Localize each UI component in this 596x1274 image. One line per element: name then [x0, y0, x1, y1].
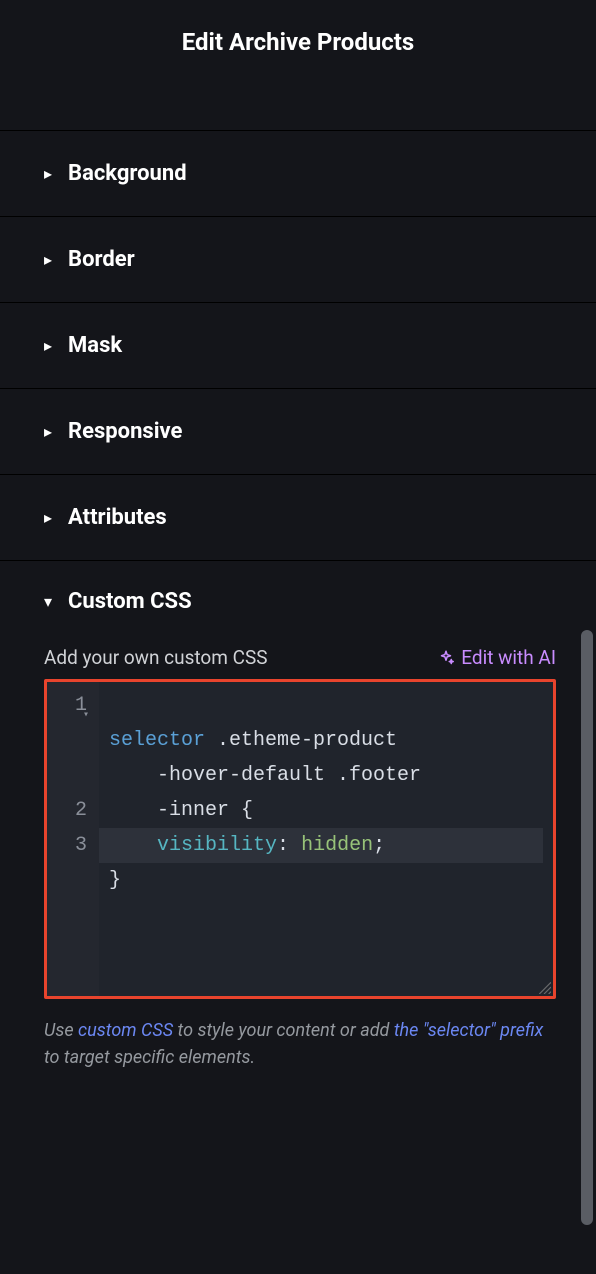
chevron-down-icon — [44, 592, 52, 611]
panel-responsive[interactable]: Responsive — [0, 388, 596, 474]
css-editor-highlight: 1▾ 2 3 selector .etheme-product -hover-d… — [44, 679, 556, 999]
chevron-right-icon — [44, 508, 52, 527]
scrollbar-track[interactable] — [578, 630, 596, 1274]
chevron-right-icon — [44, 422, 52, 441]
custom-css-hint: Add your own custom CSS — [44, 646, 268, 669]
custom-css-link[interactable]: custom CSS — [78, 1020, 173, 1041]
accordion-panels: Background Border Mask Responsive Attrib… — [0, 130, 596, 1099]
panel-attributes[interactable]: Attributes — [0, 474, 596, 560]
page-title: Edit Archive Products — [0, 28, 596, 56]
scrollbar-thumb[interactable] — [581, 630, 593, 1225]
panel-custom-css: Custom CSS Add your own custom CSS Edit … — [0, 560, 596, 1099]
panel-label: Background — [68, 161, 187, 186]
panel-label: Border — [68, 247, 135, 272]
edit-with-ai-button[interactable]: Edit with AI — [437, 646, 556, 669]
fold-icon[interactable]: ▾ — [83, 698, 89, 733]
panel-label: Mask — [68, 333, 122, 358]
panel-label: Responsive — [68, 419, 182, 444]
panel-background[interactable]: Background — [0, 130, 596, 216]
chevron-right-icon — [44, 250, 52, 269]
css-editor[interactable]: 1▾ 2 3 selector .etheme-product -hover-d… — [47, 682, 553, 996]
panel-border[interactable]: Border — [0, 216, 596, 302]
editor-code[interactable]: selector .etheme-product -hover-default … — [99, 682, 553, 996]
panel-label: Attributes — [68, 505, 167, 530]
chevron-right-icon — [44, 336, 52, 355]
resize-handle[interactable] — [537, 980, 551, 994]
selector-prefix-link[interactable]: the "selector" prefix — [394, 1020, 544, 1041]
panel-mask[interactable]: Mask — [0, 302, 596, 388]
panel-custom-css-header[interactable]: Custom CSS — [44, 589, 556, 614]
custom-css-footer-hint: Use custom CSS to style your content or … — [44, 1017, 556, 1071]
panel-header: Edit Archive Products — [0, 0, 596, 66]
edit-with-ai-label: Edit with AI — [461, 646, 556, 669]
sparkle-icon — [437, 649, 455, 667]
panel-label: Custom CSS — [68, 589, 192, 614]
custom-css-hint-row: Add your own custom CSS Edit with AI — [44, 646, 556, 669]
chevron-right-icon — [44, 164, 52, 183]
editor-gutter: 1▾ 2 3 — [47, 682, 99, 996]
